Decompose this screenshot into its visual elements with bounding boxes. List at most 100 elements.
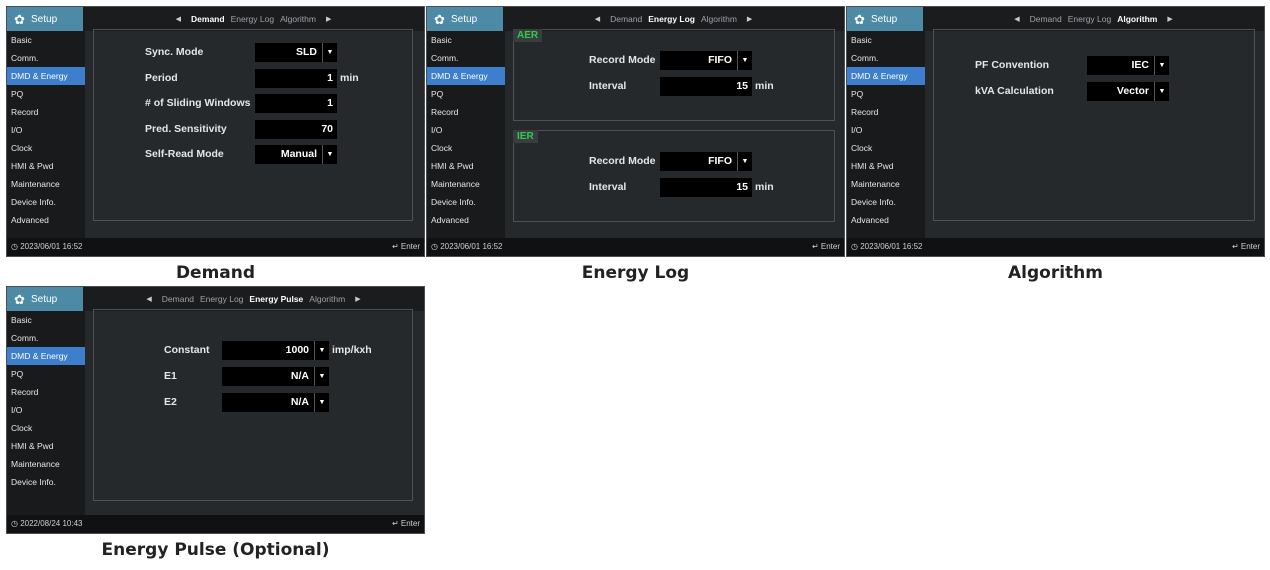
- setup-tab[interactable]: ✿ Setup: [427, 7, 503, 31]
- arrow-left-icon[interactable]: ◀: [146, 295, 151, 303]
- tab-algorithm[interactable]: Algorithm: [1117, 14, 1157, 24]
- status-time: ◷ 2023/06/01 16:52: [11, 242, 83, 251]
- sidebar-item-clock[interactable]: Clock: [7, 139, 85, 157]
- sidebar-item-basic[interactable]: Basic: [427, 31, 505, 49]
- input-period[interactable]: 1: [255, 68, 337, 88]
- input-of-sliding-windows[interactable]: 1: [255, 94, 337, 113]
- sidebar-item-dmd-energy[interactable]: DMD & Energy: [427, 67, 505, 85]
- dropdown-constant[interactable]: 1000 ▼: [222, 341, 329, 360]
- enter-hint[interactable]: ↵ Enter: [1232, 238, 1260, 256]
- arrow-left-icon[interactable]: ◀: [176, 15, 181, 23]
- sidebar-item-maintenance[interactable]: Maintenance: [427, 175, 505, 193]
- sidebar-item-dmd-energy[interactable]: DMD & Energy: [7, 67, 85, 85]
- chevron-down-icon[interactable]: ▼: [314, 367, 329, 386]
- sidebar-item-pq[interactable]: PQ: [427, 85, 505, 103]
- dropdown-e1[interactable]: N/A ▼: [222, 367, 329, 386]
- sidebar-item-clock[interactable]: Clock: [427, 139, 505, 157]
- sidebar-item-comm[interactable]: Comm.: [427, 49, 505, 67]
- sidebar-item-basic[interactable]: Basic: [847, 31, 925, 49]
- arrow-left-icon[interactable]: ◀: [595, 15, 600, 23]
- dropdown-record-mode[interactable]: FIFO ▼: [660, 152, 752, 171]
- dropdown-e2[interactable]: N/A ▼: [222, 393, 329, 412]
- sidebar-item-advanced[interactable]: Advanced: [847, 211, 925, 229]
- dropdown-pf-convention[interactable]: IEC ▼: [1087, 56, 1169, 75]
- tab-demand[interactable]: Demand: [191, 14, 225, 24]
- tab-demand[interactable]: Demand: [610, 14, 642, 24]
- input-pred-sensitivity[interactable]: 70: [255, 119, 337, 139]
- sidebar-item-maintenance[interactable]: Maintenance: [847, 175, 925, 193]
- sidebar-item-record[interactable]: Record: [7, 103, 85, 121]
- sidebar-item-maintenance[interactable]: Maintenance: [7, 455, 85, 473]
- tab-energy-log[interactable]: Energy Log: [648, 14, 695, 24]
- tab-algorithm[interactable]: Algorithm: [280, 14, 316, 24]
- tab-energy-log[interactable]: Energy Log: [200, 294, 243, 304]
- chevron-down-icon[interactable]: ▼: [314, 341, 329, 360]
- sidebar-item-hmi-pwd[interactable]: HMI & Pwd: [427, 157, 505, 175]
- sidebar-item-hmi-pwd[interactable]: HMI & Pwd: [7, 157, 85, 175]
- field-value: 1: [327, 71, 333, 84]
- setup-tab[interactable]: ✿ Setup: [7, 287, 83, 311]
- sidebar-item-pq[interactable]: PQ: [7, 365, 85, 383]
- tab-demand[interactable]: Demand: [162, 294, 194, 304]
- sidebar-item-record[interactable]: Record: [427, 103, 505, 121]
- setup-tab[interactable]: ✿ Setup: [847, 7, 923, 31]
- chevron-down-icon[interactable]: ▼: [1154, 82, 1169, 101]
- arrow-right-icon[interactable]: ▶: [1167, 15, 1172, 23]
- sidebar-item-comm[interactable]: Comm.: [7, 49, 85, 67]
- sidebar-item-pq[interactable]: PQ: [847, 85, 925, 103]
- sidebar-item-hmi-pwd[interactable]: HMI & Pwd: [847, 157, 925, 175]
- enter-hint[interactable]: ↵ Enter: [392, 238, 420, 256]
- enter-hint[interactable]: ↵ Enter: [392, 515, 420, 533]
- sidebar-item-device-info[interactable]: Device Info.: [847, 193, 925, 211]
- sidebar-item-advanced[interactable]: Advanced: [7, 211, 85, 229]
- field-value: Vector: [1116, 85, 1149, 97]
- setup-tab[interactable]: ✿ Setup: [7, 7, 83, 31]
- sidebar-item-record[interactable]: Record: [847, 103, 925, 121]
- sidebar-item-clock[interactable]: Clock: [847, 139, 925, 157]
- sidebar-item-basic[interactable]: Basic: [7, 31, 85, 49]
- sidebar-item-dmd-energy[interactable]: DMD & Energy: [847, 67, 925, 85]
- tab-navigation: ◀ Demand Energy Log Algorithm ▶: [83, 7, 424, 31]
- sidebar-item-record[interactable]: Record: [7, 383, 85, 401]
- sidebar-item-device-info[interactable]: Device Info.: [7, 193, 85, 211]
- arrow-right-icon[interactable]: ▶: [747, 15, 752, 23]
- tab-algorithm[interactable]: Algorithm: [701, 14, 737, 24]
- chevron-down-icon[interactable]: ▼: [1154, 56, 1169, 75]
- dropdown-self-read-mode[interactable]: Manual ▼: [255, 145, 337, 164]
- sidebar-item-clock[interactable]: Clock: [7, 419, 85, 437]
- arrow-right-icon[interactable]: ▶: [355, 295, 360, 303]
- dropdown-sync-mode[interactable]: SLD ▼: [255, 43, 337, 62]
- sidebar-item-hmi-pwd[interactable]: HMI & Pwd: [7, 437, 85, 455]
- arrow-right-icon[interactable]: ▶: [326, 15, 331, 23]
- sidebar-item-i-o[interactable]: I/O: [7, 121, 85, 139]
- sidebar-item-comm[interactable]: Comm.: [847, 49, 925, 67]
- sidebar-item-dmd-energy[interactable]: DMD & Energy: [7, 347, 85, 365]
- sidebar-item-advanced[interactable]: Advanced: [427, 211, 505, 229]
- input-interval[interactable]: 15: [660, 77, 752, 96]
- tab-energy-log[interactable]: Energy Log: [1068, 14, 1111, 24]
- sidebar-item-device-info[interactable]: Device Info.: [7, 473, 85, 491]
- chevron-down-icon[interactable]: ▼: [737, 51, 752, 70]
- tab-demand[interactable]: Demand: [1030, 14, 1062, 24]
- status-bar: ◷ 2023/06/01 16:52 ↵ Enter: [847, 238, 1264, 256]
- enter-hint[interactable]: ↵ Enter: [812, 238, 840, 256]
- sidebar-item-maintenance[interactable]: Maintenance: [7, 175, 85, 193]
- chevron-down-icon[interactable]: ▼: [322, 43, 337, 62]
- tab-algorithm[interactable]: Algorithm: [309, 294, 345, 304]
- arrow-left-icon[interactable]: ◀: [1014, 15, 1019, 23]
- input-interval[interactable]: 15: [660, 178, 752, 197]
- tab-energy-log[interactable]: Energy Log: [231, 14, 274, 24]
- sidebar-item-i-o[interactable]: I/O: [427, 121, 505, 139]
- dropdown-kva-calculation[interactable]: Vector ▼: [1087, 82, 1169, 101]
- dropdown-record-mode[interactable]: FIFO ▼: [660, 51, 752, 70]
- sidebar-item-pq[interactable]: PQ: [7, 85, 85, 103]
- sidebar-item-i-o[interactable]: I/O: [7, 401, 85, 419]
- chevron-down-icon[interactable]: ▼: [314, 393, 329, 412]
- sidebar-item-device-info[interactable]: Device Info.: [427, 193, 505, 211]
- sidebar-item-i-o[interactable]: I/O: [847, 121, 925, 139]
- sidebar-item-basic[interactable]: Basic: [7, 311, 85, 329]
- chevron-down-icon[interactable]: ▼: [322, 145, 337, 164]
- tab-energy-pulse[interactable]: Energy Pulse: [249, 294, 303, 304]
- chevron-down-icon[interactable]: ▼: [737, 152, 752, 171]
- sidebar-item-comm[interactable]: Comm.: [7, 329, 85, 347]
